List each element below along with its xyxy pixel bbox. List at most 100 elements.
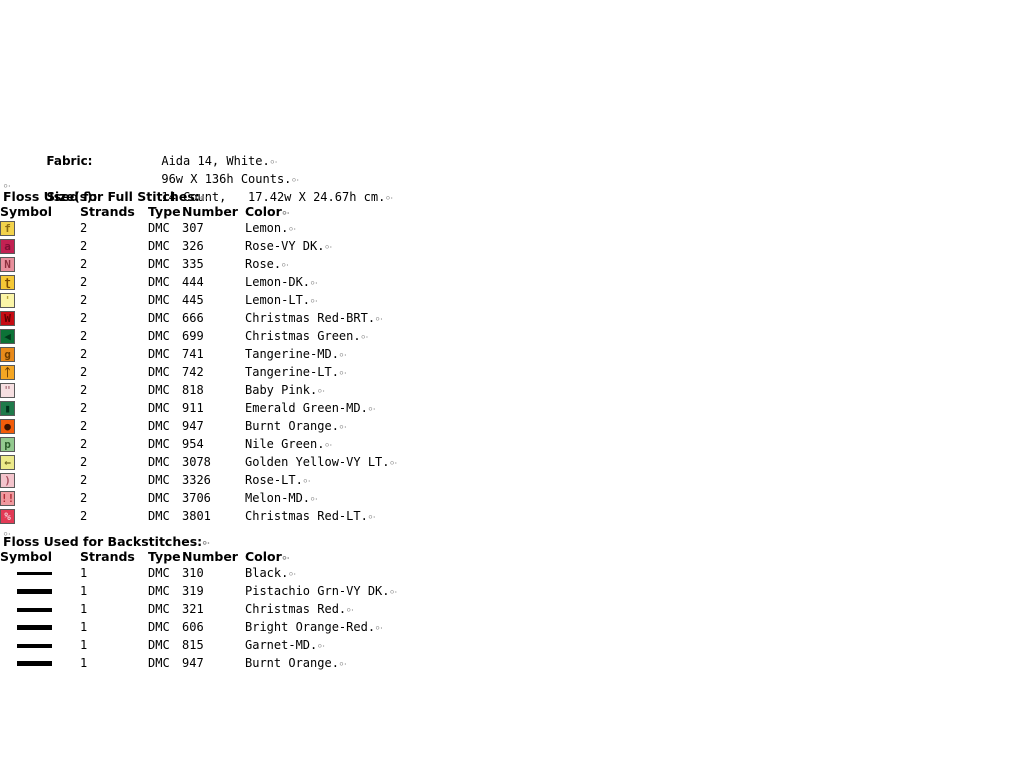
cell-strands-text: 2 bbox=[80, 491, 88, 505]
backstitch-line-swatch bbox=[17, 625, 52, 630]
cell-symbol: ) bbox=[0, 471, 80, 489]
floss-symbol-glyph: a bbox=[4, 239, 11, 253]
cell-type: DMC bbox=[148, 381, 182, 399]
cell-color: Christmas Red-BRT.⸰⸱ bbox=[245, 309, 545, 327]
spec-row-sizes: Size(s): 14 Count, 17.42w X 24.67h cm.⸰⸱ bbox=[3, 170, 393, 204]
cell-color: Rose-LT.⸰⸱ bbox=[245, 471, 545, 489]
cell-number-text: 319 bbox=[182, 584, 204, 598]
floss-symbol-swatch: ◀ bbox=[0, 328, 15, 344]
cell-color: Garnet-MD.⸰⸱ bbox=[245, 636, 545, 654]
cell-color: Baby Pink.⸰⸱ bbox=[245, 381, 545, 399]
cell-strands: 1 bbox=[80, 582, 148, 600]
cell-strands: 1 bbox=[80, 618, 148, 636]
scan-artifact-mark: ⸰⸱ bbox=[288, 570, 296, 580]
cell-color: Tangerine-LT.⸰⸱ bbox=[245, 363, 545, 381]
cell-number: 606 bbox=[182, 618, 245, 636]
cell-strands-text: 1 bbox=[80, 638, 88, 652]
cell-type: DMC bbox=[148, 600, 182, 618]
cell-strands: 2 bbox=[80, 309, 148, 327]
backstitch-line-swatch bbox=[17, 572, 52, 575]
cell-number: 3078 bbox=[182, 453, 245, 471]
cell-number: 310 bbox=[182, 564, 245, 582]
cell-number: 326 bbox=[182, 237, 245, 255]
floss-symbol-swatch: ← bbox=[0, 454, 15, 470]
cell-symbol: ʈ bbox=[0, 273, 80, 291]
cell-strands: 2 bbox=[80, 363, 148, 381]
cell-color-text: Rose-VY DK. bbox=[245, 239, 325, 253]
cell-number-text: 666 bbox=[182, 311, 204, 325]
cell-number-text: 954 bbox=[182, 437, 204, 451]
column-header-type: Type bbox=[148, 203, 181, 219]
cell-number: 319 bbox=[182, 582, 245, 600]
cell-color-text: Burnt Orange. bbox=[245, 656, 339, 670]
cell-type: DMC bbox=[148, 399, 182, 417]
floss-symbol-swatch: ' bbox=[0, 292, 15, 308]
cell-strands-text: 1 bbox=[80, 620, 88, 634]
cell-number-text: 947 bbox=[182, 656, 204, 670]
cell-number: 335 bbox=[182, 255, 245, 273]
table-row: ▮ 2 DMC 911 Emerald Green-MD.⸰⸱ bbox=[0, 399, 545, 417]
floss-symbol-swatch: ʈ bbox=[0, 274, 15, 290]
column-header-color-text: Color bbox=[245, 203, 282, 219]
cell-type: DMC bbox=[148, 327, 182, 345]
cell-color-text: Pistachio Grn-VY DK. bbox=[245, 584, 390, 598]
cell-type: DMC bbox=[148, 345, 182, 363]
cell-number: 947 bbox=[182, 417, 245, 435]
table-row: ᛏ 2 DMC 742 Tangerine-LT.⸰⸱ bbox=[0, 363, 545, 381]
full-stitches-table: Symbol Strands Type Number Color⸰⸱ f 2 DMC… bbox=[0, 203, 545, 525]
floss-symbol-swatch: a bbox=[0, 238, 15, 254]
floss-symbol-glyph: p bbox=[4, 437, 11, 451]
cell-strands: 2 bbox=[80, 417, 148, 435]
cell-strands: 2 bbox=[80, 327, 148, 345]
cell-symbol: % bbox=[0, 507, 80, 525]
cell-type: DMC bbox=[148, 636, 182, 654]
floss-symbol-glyph: ) bbox=[4, 473, 11, 487]
floss-symbol-glyph: !! bbox=[1, 491, 15, 505]
table-row: ● 2 DMC 947 Burnt Orange.⸰⸱ bbox=[0, 417, 545, 435]
column-header-number: Number bbox=[182, 203, 238, 219]
cell-number-text: 947 bbox=[182, 419, 204, 433]
cell-color: Burnt Orange.⸰⸱ bbox=[245, 417, 545, 435]
cell-color-text: Tangerine-LT. bbox=[245, 365, 339, 379]
cell-number: 444 bbox=[182, 273, 245, 291]
backstitch-line-swatch bbox=[17, 607, 52, 612]
floss-symbol-swatch: f bbox=[0, 220, 15, 236]
cell-type: DMC bbox=[148, 564, 182, 582]
cell-strands-text: 1 bbox=[80, 566, 88, 580]
cell-type-text: DMC bbox=[148, 509, 170, 523]
column-header-type: Type bbox=[148, 548, 181, 564]
cell-number: 699 bbox=[182, 327, 245, 345]
section-title-full-stitches-text: Floss Used for Full Stitches: bbox=[3, 189, 200, 204]
cell-number: 742 bbox=[182, 363, 245, 381]
cell-symbol: " bbox=[0, 381, 80, 399]
column-header-symbol: Symbol bbox=[0, 548, 52, 564]
cell-strands: 2 bbox=[80, 507, 148, 525]
cell-number-text: 606 bbox=[182, 620, 204, 634]
cell-type: DMC bbox=[148, 219, 182, 237]
cell-color-text: Nile Green. bbox=[245, 437, 325, 451]
cell-type-text: DMC bbox=[148, 566, 170, 580]
floss-symbol-glyph: ▮ bbox=[4, 401, 11, 415]
cell-strands-text: 2 bbox=[80, 311, 88, 325]
cell-number-text: 3706 bbox=[182, 491, 211, 505]
table-row: a 2 DMC 326 Rose-VY DK.⸰⸱ bbox=[0, 237, 545, 255]
cell-number: 321 bbox=[182, 600, 245, 618]
table-row: p 2 DMC 954 Nile Green.⸰⸱ bbox=[0, 435, 545, 453]
cell-strands: 2 bbox=[80, 291, 148, 309]
cell-type: DMC bbox=[148, 255, 182, 273]
cell-strands: 2 bbox=[80, 345, 148, 363]
cell-strands: 1 bbox=[80, 636, 148, 654]
cell-type-text: DMC bbox=[148, 437, 170, 451]
floss-symbol-glyph: ● bbox=[4, 419, 11, 433]
floss-symbol-glyph: % bbox=[4, 509, 11, 523]
cell-symbol: ▮ bbox=[0, 399, 80, 417]
cell-color: Emerald Green-MD.⸰⸱ bbox=[245, 399, 545, 417]
cell-type: DMC bbox=[148, 363, 182, 381]
cell-number: 954 bbox=[182, 435, 245, 453]
cell-number: 3801 bbox=[182, 507, 245, 525]
cell-strands-text: 2 bbox=[80, 329, 88, 343]
table-header-row: Symbol Strands Type Number Color⸰⸱ bbox=[0, 203, 545, 219]
cell-color-text: Rose. bbox=[245, 257, 282, 271]
cell-strands: 2 bbox=[80, 453, 148, 471]
scan-artifact-mark: ⸰⸱ bbox=[338, 660, 347, 670]
